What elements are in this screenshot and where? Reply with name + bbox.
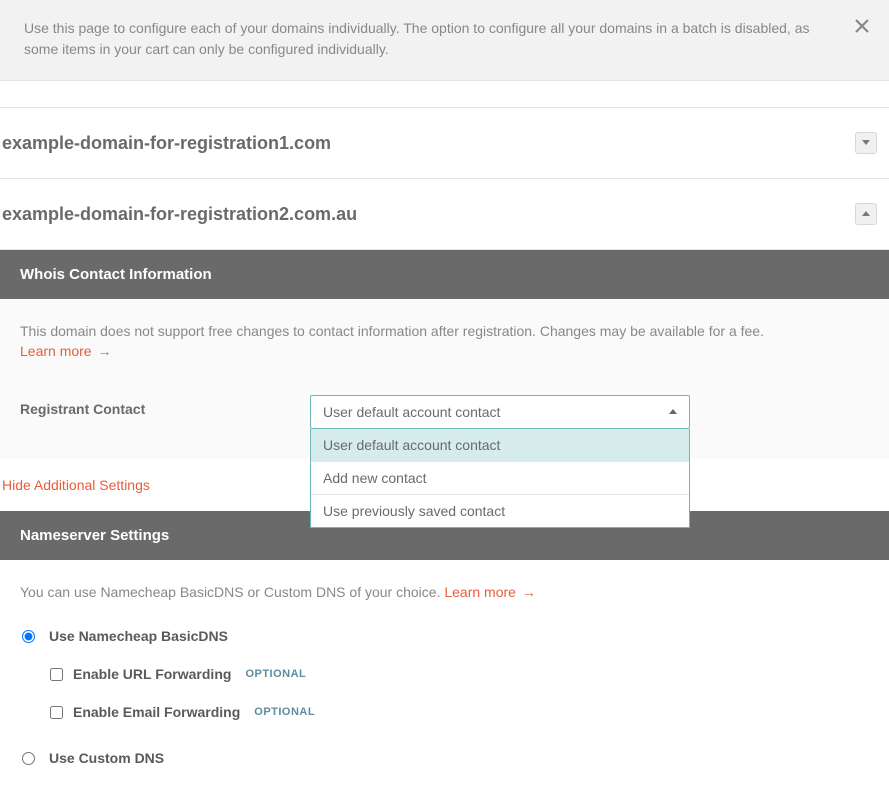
close-icon[interactable] [855,18,869,39]
chevron-up-icon [669,409,677,415]
info-banner: Use this page to configure each of your … [0,0,889,81]
custom-dns-option[interactable]: Use Custom DNS [20,750,869,766]
arrow-right-icon: → [97,343,111,359]
domain-row: example-domain-for-registration2.com.au [0,179,889,250]
arrow-right-icon: → [522,584,536,600]
learn-more-link[interactable]: Learn more → [444,584,535,600]
domain-name: example-domain-for-registration2.com.au [2,204,357,225]
basic-dns-label: Use Namecheap BasicDNS [49,628,228,644]
basic-dns-radio[interactable] [22,630,35,643]
domain-name: example-domain-for-registration1.com [2,133,331,154]
registrant-contact-label: Registrant Contact [20,395,310,417]
custom-dns-radio[interactable] [22,752,35,765]
collapse-button[interactable] [855,203,877,225]
chevron-down-icon [862,140,870,146]
learn-more-text: Learn more [444,584,516,600]
dropdown-item-saved[interactable]: Use previously saved contact [311,494,689,527]
info-banner-text: Use this page to configure each of your … [24,20,810,57]
dropdown-selected-text: User default account contact [323,404,500,420]
dropdown-menu: User default account contact Add new con… [310,429,690,528]
expand-button[interactable] [855,132,877,154]
custom-dns-label: Use Custom DNS [49,750,164,766]
dropdown-selected[interactable]: User default account contact [310,395,690,429]
registrant-contact-row: Registrant Contact User default account … [20,395,869,429]
learn-more-text: Learn more [20,343,92,359]
chevron-up-icon [862,211,870,217]
whois-section-body: This domain does not support free change… [0,299,889,459]
domain-row: example-domain-for-registration1.com [0,107,889,179]
dropdown-item-add-new[interactable]: Add new contact [311,461,689,494]
url-forwarding-label: Enable URL Forwarding [73,666,231,682]
email-forwarding-label: Enable Email Forwarding [73,704,240,720]
nameserver-note-text: You can use Namecheap BasicDNS or Custom… [20,584,444,600]
learn-more-link[interactable]: Learn more → [20,343,111,359]
url-forwarding-option[interactable]: Enable URL Forwarding OPTIONAL [20,666,869,682]
whois-section-header: Whois Contact Information [0,250,889,299]
url-forwarding-checkbox[interactable] [50,668,63,681]
email-forwarding-checkbox[interactable] [50,706,63,719]
registrant-contact-dropdown[interactable]: User default account contact User defaul… [310,395,690,429]
basic-dns-option[interactable]: Use Namecheap BasicDNS [20,628,869,644]
dropdown-item-default[interactable]: User default account contact [311,429,689,461]
optional-tag: OPTIONAL [245,668,306,680]
email-forwarding-option[interactable]: Enable Email Forwarding OPTIONAL [20,704,869,720]
optional-tag: OPTIONAL [254,706,315,718]
whois-note: This domain does not support free change… [20,323,869,339]
nameserver-note: You can use Namecheap BasicDNS or Custom… [20,584,869,600]
nameserver-section-body: You can use Namecheap BasicDNS or Custom… [0,560,889,790]
